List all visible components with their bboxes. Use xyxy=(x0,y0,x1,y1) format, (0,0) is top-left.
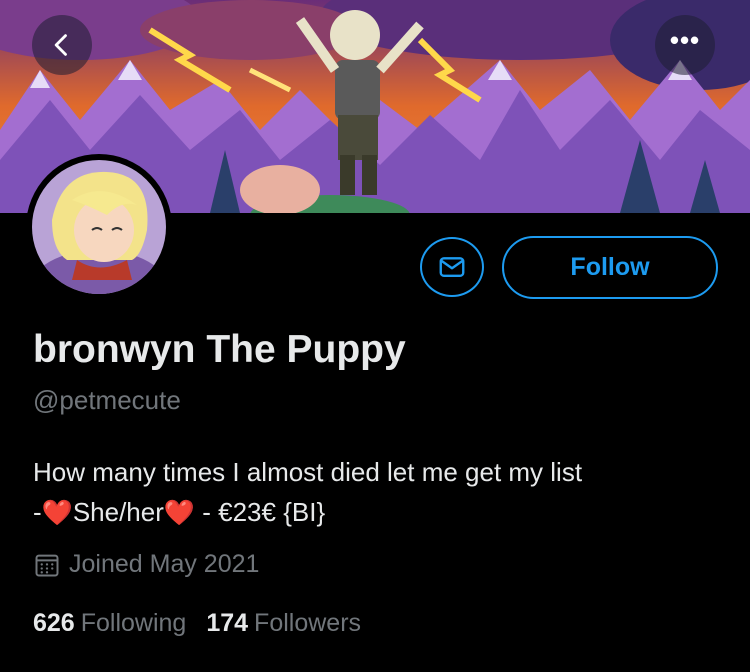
following-link[interactable]: 626 Following xyxy=(33,609,186,638)
bio-line-1: How many times I almost died let me get … xyxy=(33,457,583,487)
message-button[interactable] xyxy=(420,237,484,297)
joined-date: Joined May 2021 xyxy=(33,550,259,579)
envelope-icon xyxy=(439,257,465,277)
followers-label: Followers xyxy=(254,609,362,637)
bio-line-2: -❤️She/her❤️ - €23€ {BI} xyxy=(33,492,723,533)
bio-suffix: - €23€ {BI} xyxy=(195,497,326,527)
calendar-icon xyxy=(35,554,59,576)
more-options-button[interactable]: ••• xyxy=(655,15,715,75)
chevron-left-icon xyxy=(54,34,67,56)
bio-dash: - xyxy=(33,497,42,527)
profile-bio: How many times I almost died let me get … xyxy=(33,452,723,533)
heart-icon: ❤️ xyxy=(163,499,196,527)
heart-icon: ❤️ xyxy=(41,499,73,527)
following-count: 626 xyxy=(33,609,75,637)
back-button[interactable] xyxy=(32,15,92,75)
display-name: bronwyn The Puppy xyxy=(33,328,406,371)
follow-stats: 626 Following 174 Followers xyxy=(33,609,361,638)
followers-link[interactable]: 174 Followers xyxy=(206,609,361,638)
more-horizontal-icon: ••• xyxy=(669,25,701,55)
user-handle: @petmecute xyxy=(33,385,181,415)
joined-label: Joined May 2021 xyxy=(69,550,260,578)
follow-button[interactable]: Follow xyxy=(502,236,718,299)
avatar[interactable] xyxy=(26,154,172,300)
followers-count: 174 xyxy=(206,609,249,637)
following-label: Following xyxy=(80,609,187,637)
bio-pronouns: She/her xyxy=(72,497,164,527)
avatar-image xyxy=(32,160,166,294)
